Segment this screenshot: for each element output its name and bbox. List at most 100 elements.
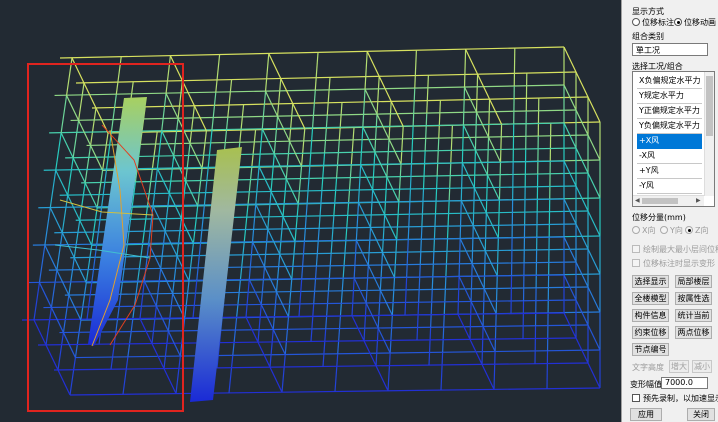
frame-column: [74, 320, 82, 358]
frame-column: [495, 275, 498, 314]
frame-column: [44, 207, 51, 246]
member-info-button[interactable]: 构件信息: [632, 309, 669, 322]
frame-beam: [59, 46, 565, 59]
frame-column: [275, 254, 281, 292]
radio-z-direction[interactable]: [685, 226, 693, 234]
frame-column: [463, 49, 467, 88]
frame-column: [450, 125, 453, 164]
frame-column: [151, 131, 158, 170]
frame-column: [428, 327, 432, 366]
frame-column: [369, 189, 374, 228]
frame-column: [335, 140, 340, 178]
frame-column: [161, 93, 167, 131]
frame-column: [84, 145, 92, 183]
frame-column: [513, 48, 516, 87]
frame-column: [172, 255, 178, 294]
frame-column: [38, 245, 46, 283]
enlarge-button[interactable]: 增大: [669, 360, 689, 373]
frame-column: [360, 126, 364, 165]
case-list-vscrollbar[interactable]: [704, 72, 714, 196]
frame-column: [511, 199, 514, 238]
full-model-button[interactable]: 全楼模型: [632, 292, 669, 305]
frame-column: [469, 301, 472, 340]
frame-beam: [59, 185, 577, 196]
case-list-item[interactable]: Y规定水平力: [637, 89, 702, 104]
frame-column: [165, 55, 171, 94]
frame-column: [163, 330, 169, 369]
reduce-button[interactable]: 减小: [692, 360, 712, 373]
frame-column: [322, 328, 327, 367]
frame-column: [239, 242, 245, 281]
checkbox-pre-record[interactable]: [632, 394, 640, 402]
display-mode-label: 显示方式: [632, 7, 664, 16]
checkbox-max-min-drift[interactable]: [632, 245, 640, 253]
frame-column: [440, 352, 444, 391]
vscroll-thumb[interactable]: [706, 76, 713, 136]
scroll-left-icon[interactable]: ◀: [635, 197, 640, 204]
case-list-item[interactable]: X负偏规定水平力: [637, 74, 702, 89]
frame-column: [211, 92, 217, 130]
frame-column: [326, 77, 331, 116]
radio-x-direction[interactable]: [632, 226, 640, 234]
frame-beam: [59, 324, 589, 334]
deform-amplitude-input[interactable]: 7000.0: [661, 377, 708, 389]
case-list-item[interactable]: -X风: [637, 149, 702, 164]
case-list-item[interactable]: Y正偏规定水平力: [637, 104, 702, 119]
current-stats-button[interactable]: 统计当前: [675, 309, 712, 322]
frame-column: [96, 206, 103, 245]
radio-displacement-annotate[interactable]: [632, 18, 640, 26]
hscroll-thumb[interactable]: [642, 198, 678, 204]
select-display-button[interactable]: 选择显示: [632, 275, 669, 288]
case-listbox[interactable]: X负偏规定水平力 Y规定水平力 Y正偏规定水平力 Y负偏规定水平力 +X风 -X…: [632, 71, 715, 207]
frame-column: [522, 300, 525, 339]
frame-column: [433, 213, 437, 252]
model-viewport[interactable]: [0, 0, 621, 422]
constraint-displacement-button[interactable]: 约束位移: [632, 326, 669, 339]
frame-column: [334, 353, 339, 392]
case-list-item-selected[interactable]: +X风: [637, 134, 702, 149]
frame-column: [143, 243, 150, 282]
radio-displacement-animation[interactable]: [674, 18, 682, 26]
frame-column: [398, 164, 402, 202]
frame-column: [338, 102, 343, 141]
two-point-displacement-button[interactable]: 两点位移: [675, 326, 712, 339]
case-list-hscrollbar[interactable]: ◀ ▶: [633, 195, 704, 206]
frame-column: [436, 138, 440, 176]
frame-column: [287, 279, 293, 317]
frame-column: [285, 141, 291, 179]
frame-column: [355, 202, 360, 241]
frame-column: [122, 356, 129, 395]
frame-column: [512, 123, 515, 162]
case-list-item[interactable]: -Y风: [637, 179, 702, 194]
frame-column: [189, 105, 195, 144]
frame-column: [127, 319, 134, 357]
frame-column: [313, 266, 318, 304]
case-list-item[interactable]: +Y风: [637, 164, 702, 179]
close-button[interactable]: 关闭: [687, 408, 715, 421]
frame-column: [188, 243, 194, 282]
checkbox-annotate-deform[interactable]: [632, 259, 640, 267]
node-number-button[interactable]: 节点编号: [632, 343, 669, 356]
frame-depth-beam: [33, 319, 71, 396]
case-list-item[interactable]: Y负偏规定水平力: [637, 119, 702, 134]
frame-column: [442, 314, 445, 353]
apply-button[interactable]: 应用: [630, 408, 662, 421]
select-by-attribute-button[interactable]: 按属性选: [675, 292, 712, 305]
frame-column: [151, 305, 157, 344]
frame-column: [426, 75, 429, 114]
frame-column: [525, 111, 527, 149]
frame-column: [386, 139, 390, 177]
frame-column: [255, 166, 260, 205]
frame-column: [537, 98, 540, 137]
checkbox-pre-record-label: 预先录制，以加速显示: [643, 394, 718, 403]
control-panel: 显示方式 位移标注 位移动画 组合类别 单工况 ▽ 选择工况/组合 X负偏规定水…: [621, 0, 718, 422]
frame-column: [363, 302, 367, 341]
combo-category-select[interactable]: 单工况 ▽: [632, 43, 708, 56]
frame-column: [272, 291, 278, 330]
local-floor-button[interactable]: 局部楼层: [675, 275, 712, 288]
frame-column: [239, 104, 245, 143]
radio-y-direction[interactable]: [660, 226, 668, 234]
scroll-right-icon[interactable]: ▶: [696, 197, 701, 204]
frame-column: [485, 174, 489, 213]
frame-beam: [65, 147, 577, 159]
